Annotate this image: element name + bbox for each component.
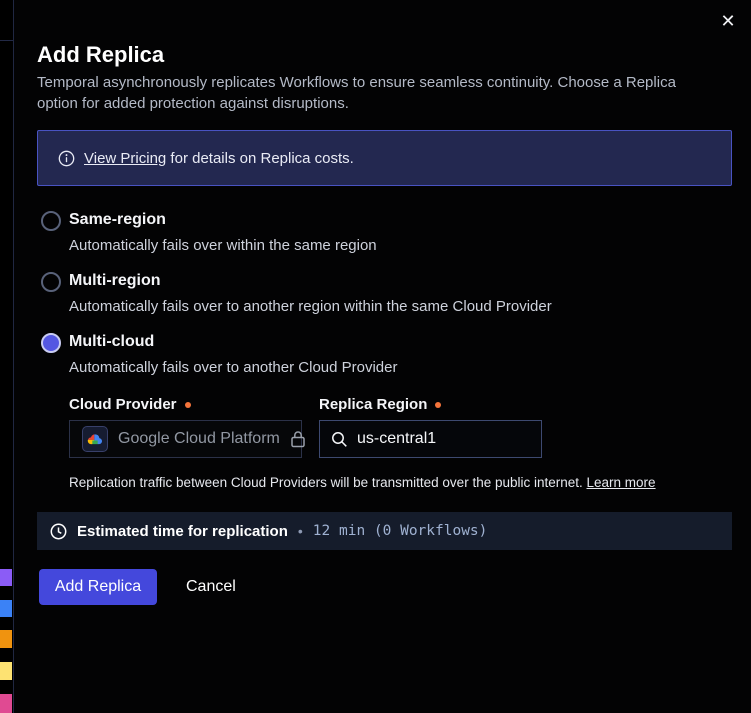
lock-icon <box>290 430 306 448</box>
background-stripe-orange <box>0 630 12 648</box>
pricing-banner-text: View Pricing for details on Replica cost… <box>84 150 354 167</box>
add-replica-dialog: ✕ Add Replica Temporal asynchronously re… <box>13 0 751 713</box>
radio-multi-cloud[interactable] <box>41 333 61 353</box>
required-dot <box>185 402 191 408</box>
background-stripe-blue <box>0 600 12 617</box>
info-circle-icon <box>58 150 75 167</box>
required-dot <box>435 402 441 408</box>
add-replica-button[interactable]: Add Replica <box>39 569 157 605</box>
cloud-provider-label: Cloud Provider <box>69 396 191 413</box>
dialog-description: Temporal asynchronously replicates Workf… <box>37 72 705 114</box>
cloud-provider-select[interactable]: Google Cloud Platform <box>69 420 302 458</box>
background-stripe-pink <box>0 694 12 713</box>
dialog-title: Add Replica <box>37 42 164 68</box>
estimate-label: Estimated time for replication <box>77 523 288 540</box>
pricing-info-banner: View Pricing for details on Replica cost… <box>37 130 732 186</box>
option-multi-cloud[interactable]: Multi-cloud Automatically fails over to … <box>41 332 398 378</box>
radio-same-region[interactable] <box>41 211 61 231</box>
replica-region-value: us-central1 <box>357 430 436 448</box>
option-description: Automatically fails over within the same… <box>69 236 377 256</box>
replica-region-label: Replica Region <box>319 396 441 413</box>
cloud-provider-value: Google Cloud Platform <box>118 430 280 448</box>
radio-multi-region[interactable] <box>41 272 61 292</box>
pricing-banner-rest: for details on Replica costs. <box>166 150 354 167</box>
background-divider <box>0 40 13 41</box>
option-label[interactable]: Multi-cloud <box>69 332 398 352</box>
option-multi-region[interactable]: Multi-region Automatically fails over to… <box>41 271 552 317</box>
estimate-value: 12 min (0 Workflows) <box>313 523 488 539</box>
estimated-time-banner: Estimated time for replication • 12 min … <box>37 512 732 550</box>
close-icon[interactable]: ✕ <box>713 6 743 36</box>
estimate-separator: • <box>298 523 303 539</box>
cancel-button[interactable]: Cancel <box>176 569 246 605</box>
view-pricing-link[interactable]: View Pricing <box>84 150 166 167</box>
screen: ✕ Add Replica Temporal asynchronously re… <box>0 0 751 713</box>
learn-more-link[interactable]: Learn more <box>587 475 656 490</box>
option-description: Automatically fails over to another regi… <box>69 297 552 317</box>
replica-region-input[interactable]: us-central1 <box>319 420 542 458</box>
option-description: Automatically fails over to another Clou… <box>69 358 398 378</box>
background-stripe-purple <box>0 569 12 586</box>
background-stripe-yellow <box>0 662 12 680</box>
clock-icon <box>50 523 67 540</box>
gcp-logo-icon <box>82 426 108 452</box>
option-same-region[interactable]: Same-region Automatically fails over wit… <box>41 210 377 256</box>
option-label[interactable]: Multi-region <box>69 271 552 291</box>
option-label[interactable]: Same-region <box>69 210 377 230</box>
search-icon <box>331 431 348 448</box>
network-note: Replication traffic between Cloud Provid… <box>69 474 669 491</box>
